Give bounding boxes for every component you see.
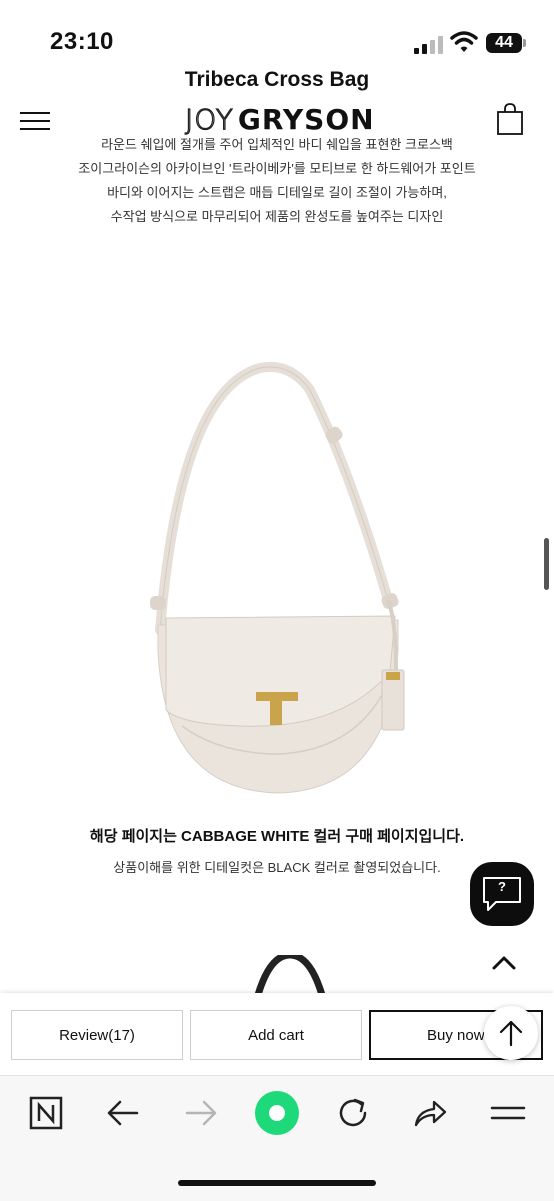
chevron-up-icon[interactable] xyxy=(490,954,518,972)
description-line: 조이그라이슨의 아카이브인 '트라이베카'를 모티브로 한 하드웨어가 포인트 xyxy=(78,161,476,176)
logo-joy: JOY xyxy=(184,102,234,136)
photo-notice: 상품이해를 위한 디테일컷은 BLACK 컬러로 촬영되었습니다. xyxy=(113,860,441,875)
green-home-icon[interactable] xyxy=(254,1090,300,1136)
battery-icon: 44 xyxy=(486,33,522,53)
shopping-bag-icon[interactable] xyxy=(496,102,524,136)
refresh-icon[interactable] xyxy=(335,1095,371,1131)
forward-arrow-icon[interactable] xyxy=(183,1095,219,1131)
description-line: 라운드 쉐입에 절개를 주어 입체적인 바디 쉐입을 표현한 크로스백 xyxy=(101,137,453,152)
share-icon[interactable] xyxy=(412,1095,448,1131)
wifi-icon xyxy=(450,31,478,52)
description-line: 수작업 방식으로 마무리되어 제품의 완성도를 높여주는 디자인 xyxy=(110,209,444,224)
description-line: 바디와 이어지는 스트랩은 매듭 디테일로 길이 조절이 가능하며, xyxy=(107,185,447,200)
logo-gryson: GRYSON xyxy=(237,103,375,136)
chat-button[interactable]: ? xyxy=(470,862,534,926)
status-time: 23:10 xyxy=(50,28,114,55)
browser-menu-icon[interactable] xyxy=(490,1095,526,1131)
naver-n-icon[interactable] xyxy=(28,1095,64,1131)
page-heading: Tribeca Cross Bag xyxy=(184,68,370,91)
review-button[interactable]: Review(17) xyxy=(11,1010,183,1060)
menu-icon[interactable] xyxy=(20,110,52,134)
action-bar: Review(17) Add cart Buy now xyxy=(0,993,554,1075)
scroll-to-top-button[interactable] xyxy=(484,1006,538,1060)
back-arrow-icon[interactable] xyxy=(105,1095,141,1131)
battery-tip xyxy=(523,39,526,47)
home-indicator xyxy=(178,1180,376,1186)
next-product-image xyxy=(254,955,326,995)
scrollbar[interactable] xyxy=(544,538,549,590)
add-cart-button[interactable]: Add cart xyxy=(190,1010,362,1060)
product-image xyxy=(150,362,405,794)
signal-icon xyxy=(414,34,444,54)
color-notice: 해당 페이지는 CABBAGE WHITE 컬러 구매 페이지입니다. xyxy=(89,828,465,845)
arrow-up-icon xyxy=(499,1020,523,1047)
product-description: 라운드 쉐입에 절개를 주어 입체적인 바디 쉐입을 표현한 크로스백 조이그라… xyxy=(0,133,554,229)
chat-icon-text: ? xyxy=(498,879,506,894)
